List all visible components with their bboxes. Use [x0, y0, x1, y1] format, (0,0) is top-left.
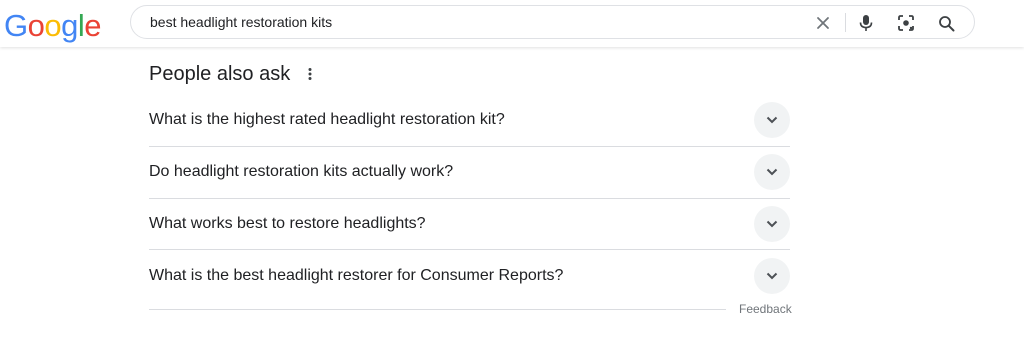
chevron-down-icon[interactable] — [754, 102, 790, 138]
paa-question[interactable]: What is the highest rated headlight rest… — [149, 94, 790, 146]
logo-letter: o — [44, 8, 62, 43]
paa-question-text: What works best to restore headlights? — [149, 215, 426, 232]
chevron-down-icon[interactable] — [754, 258, 790, 294]
search-input[interactable] — [150, 6, 750, 38]
logo-letter: e — [84, 8, 102, 43]
search-divider — [845, 13, 846, 32]
search-box — [130, 5, 975, 39]
paa-title: People also ask — [149, 63, 291, 85]
lens-icon[interactable] — [895, 12, 917, 34]
paa-question-text: What is the highest rated headlight rest… — [149, 111, 505, 128]
google-logo[interactable]: Google — [4, 8, 102, 43]
paa-question-text: What is the best headlight restorer for … — [149, 267, 564, 284]
feedback-link[interactable]: Feedback — [739, 302, 792, 316]
chevron-down-icon[interactable] — [754, 154, 790, 190]
chevron-down-icon[interactable] — [754, 206, 790, 242]
logo-letter: g — [61, 8, 78, 43]
feedback-divider — [149, 309, 726, 310]
paa-question[interactable]: What is the best headlight restorer for … — [149, 250, 790, 302]
microphone-icon[interactable] — [855, 12, 877, 34]
logo-letter: G — [4, 8, 28, 43]
people-also-ask-header: People also ask — [149, 62, 317, 86]
paa-question[interactable]: What works best to restore headlights? — [149, 198, 790, 250]
logo-letter: o — [27, 8, 45, 43]
paa-question[interactable]: Do headlight restoration kits actually w… — [149, 146, 790, 198]
close-icon[interactable] — [812, 12, 834, 34]
search-header: Google — [0, 0, 1024, 47]
search-icon[interactable] — [935, 12, 957, 34]
paa-question-text: Do headlight restoration kits actually w… — [149, 163, 454, 180]
more-options-icon[interactable] — [303, 62, 317, 86]
